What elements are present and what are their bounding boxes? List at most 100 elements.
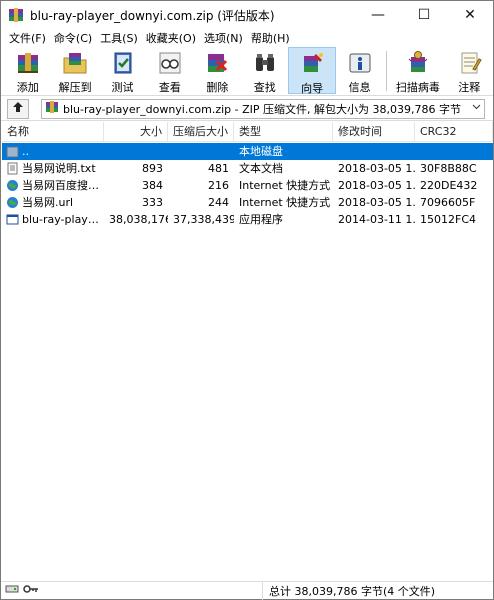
file-size: 38,038,176	[109, 213, 168, 226]
file-size	[104, 143, 168, 160]
column-header-name[interactable]: 名称	[2, 122, 104, 142]
file-modified	[333, 143, 415, 160]
extract-folder-icon	[61, 49, 89, 77]
file-packed-size: 244	[208, 196, 229, 209]
file-modified: 2018-03-05 1...	[338, 196, 415, 209]
maximize-button[interactable]: ☐	[401, 1, 447, 29]
file-size: 384	[142, 179, 163, 192]
menu-favorites[interactable]: 收藏夹(O)	[142, 30, 200, 46]
close-icon: ✕	[464, 7, 476, 23]
file-crc32: 15012FC4	[420, 213, 476, 226]
find-button[interactable]: 查找	[241, 47, 288, 94]
view-glasses-icon	[156, 49, 184, 77]
winrar-app-icon	[8, 7, 24, 23]
address-bar: blu-ray-player_downyi.com.zip - ZIP 压缩文件…	[1, 97, 493, 121]
virus-scan-icon	[404, 49, 432, 77]
drive-icon[interactable]	[5, 584, 19, 597]
minimize-icon: —	[371, 7, 385, 23]
menu-commands[interactable]: 命令(C)	[50, 30, 96, 46]
wizard-label: 向导	[301, 82, 324, 95]
delete-button[interactable]: 删除	[194, 47, 241, 94]
toolbar: 添加 解压到 测试 查看 删除 查找 向导 信息 扫描病毒 注释	[1, 47, 493, 96]
comment-label: 注释	[458, 81, 481, 94]
archive-icon	[45, 100, 59, 117]
menu-tools[interactable]: 工具(S)	[96, 30, 142, 46]
minimize-button[interactable]: —	[355, 1, 401, 29]
address-field[interactable]: blu-ray-player_downyi.com.zip - ZIP 压缩文件…	[41, 98, 485, 119]
maximize-icon: ☐	[417, 7, 431, 23]
file-name: 当易网说明.txt	[22, 162, 96, 175]
column-header-crc32[interactable]: CRC32	[415, 122, 493, 142]
file-size: 893	[142, 162, 163, 175]
file-modified: 2014-03-11 1...	[338, 213, 415, 226]
file-type: 本地磁盘	[239, 145, 283, 158]
file-type: Internet 快捷方式	[239, 196, 331, 209]
up-folder-button[interactable]	[7, 98, 29, 119]
chevron-down-icon[interactable]	[472, 102, 481, 113]
file-crc32	[415, 143, 493, 160]
text-file-icon	[6, 162, 19, 175]
file-packed-size	[168, 143, 234, 160]
wizard-button[interactable]: 向导	[288, 47, 336, 95]
info-icon	[346, 49, 374, 77]
menu-bar: 文件(F) 命令(C) 工具(S) 收藏夹(O) 选项(N) 帮助(H)	[1, 29, 493, 47]
column-header-type[interactable]: 类型	[234, 122, 333, 142]
key-icon[interactable]	[23, 584, 39, 597]
view-label: 查看	[158, 81, 181, 94]
table-row[interactable]: .. 本地磁盘	[2, 143, 493, 160]
add-button[interactable]: 添加	[4, 47, 51, 94]
table-row[interactable]: 当易网百度搜索... 384 216 Internet 快捷方式 2018-03…	[2, 177, 493, 194]
table-row[interactable]: blu-ray-player_... 38,038,176 37,338,439…	[2, 211, 493, 228]
info-button[interactable]: 信息	[336, 47, 383, 94]
toolbar-separator	[386, 51, 388, 91]
extract-to-label: 解压到	[58, 81, 92, 94]
close-button[interactable]: ✕	[447, 1, 493, 29]
file-modified: 2018-03-05 1...	[338, 162, 415, 175]
up-arrow-icon	[11, 101, 25, 116]
column-header-size[interactable]: 大小	[104, 122, 168, 142]
column-header-modified[interactable]: 修改时间	[333, 122, 415, 142]
file-name: 当易网.url	[22, 196, 74, 209]
file-name: ..	[22, 145, 29, 158]
file-type: 文本文档	[239, 162, 283, 175]
file-crc32: 30F8B88C	[420, 162, 477, 175]
file-list: .. 本地磁盘 当易网说明.txt 893 481 文本文档 2018-03-0…	[2, 143, 493, 228]
delete-label: 删除	[206, 81, 229, 94]
file-modified: 2018-03-05 1...	[338, 179, 415, 192]
title-bar[interactable]: blu-ray-player_downyi.com.zip (评估版本) — ☐…	[1, 1, 493, 29]
internet-shortcut-icon	[6, 196, 19, 209]
view-button[interactable]: 查看	[146, 47, 193, 94]
address-text: blu-ray-player_downyi.com.zip - ZIP 压缩文件…	[63, 102, 461, 116]
test-button[interactable]: 测试	[99, 47, 146, 94]
wizard-icon	[298, 50, 326, 78]
extract-to-button[interactable]: 解压到	[51, 47, 98, 94]
menu-file[interactable]: 文件(F)	[5, 30, 50, 46]
comment-button[interactable]: 注释	[446, 47, 493, 94]
add-label: 添加	[16, 81, 39, 94]
column-header-packed[interactable]: 压缩后大小	[168, 122, 234, 142]
file-size: 333	[142, 196, 163, 209]
info-label: 信息	[348, 81, 371, 94]
status-summary: 总计 38,039,786 字节(4 个文件)	[269, 584, 436, 598]
add-archive-icon	[14, 49, 42, 77]
table-row[interactable]: 当易网说明.txt 893 481 文本文档 2018-03-05 1... 3…	[2, 160, 493, 177]
file-list-header: 名称 大小 压缩后大小 类型 修改时间 CRC32	[2, 122, 493, 142]
file-crc32: 7096605F	[420, 196, 476, 209]
menu-help[interactable]: 帮助(H)	[247, 30, 294, 46]
comment-icon	[455, 49, 483, 77]
status-bar: 总计 38,039,786 字节(4 个文件)	[1, 581, 493, 600]
menu-options[interactable]: 选项(N)	[200, 30, 247, 46]
folder-up-icon	[6, 145, 19, 158]
application-icon	[6, 213, 19, 226]
find-binoculars-icon	[251, 49, 279, 77]
virus-scan-button[interactable]: 扫描病毒	[390, 47, 445, 94]
test-label: 测试	[111, 81, 134, 94]
winrar-window: blu-ray-player_downyi.com.zip (评估版本) — ☐…	[0, 0, 494, 600]
virus-scan-label: 扫描病毒	[395, 81, 440, 94]
file-name: blu-ray-player_...	[22, 213, 99, 226]
file-type: Internet 快捷方式	[239, 179, 331, 192]
file-type: 应用程序	[239, 213, 283, 226]
table-row[interactable]: 当易网.url 333 244 Internet 快捷方式 2018-03-05…	[2, 194, 493, 211]
window-title: blu-ray-player_downyi.com.zip (评估版本)	[30, 8, 275, 23]
file-crc32: 220DE432	[420, 179, 478, 192]
